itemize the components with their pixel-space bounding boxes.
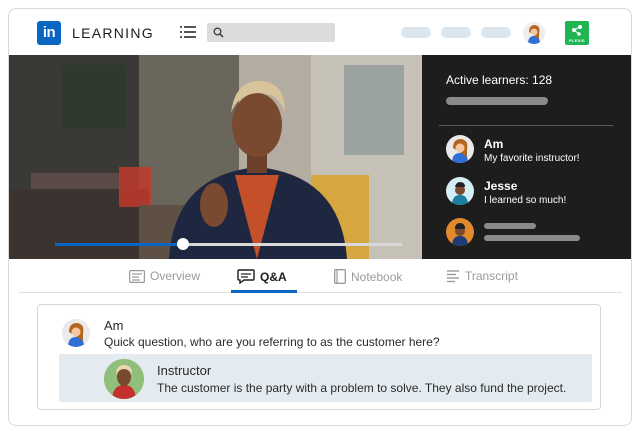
user-avatar[interactable] [523, 22, 545, 44]
transcript-icon [447, 270, 459, 283]
chat-message: My favorite instructor! [484, 153, 580, 164]
video-frame-illustration [9, 55, 422, 259]
question-author: Am [104, 318, 124, 333]
chat-bubble-icon [237, 269, 255, 285]
linkedin-logo[interactable]: in [37, 21, 61, 45]
tab-transcript[interactable]: Transcript [446, 269, 518, 293]
answer-author: Instructor [157, 363, 212, 378]
chat-message: I learned so much! [484, 195, 567, 206]
question-text: Quick question, who are you referring to… [104, 335, 440, 349]
content-tabs: Overview Q&A Notebook Transcript [9, 259, 631, 295]
chat-name: Jesse [484, 179, 518, 193]
chat-avatar-am [446, 135, 474, 163]
search-icon [213, 27, 224, 38]
hamburger-menu-icon[interactable] [180, 25, 196, 39]
video-progress-bar[interactable] [55, 238, 402, 250]
live-chat-panel: Active learners: 128 Am My favorite inst… [422, 55, 631, 259]
plexis-label: PLEXIS [568, 38, 586, 43]
tab-label: Q&A [260, 270, 287, 284]
chat-name: Am [484, 137, 504, 151]
placeholder-bar [446, 97, 548, 105]
nav-pill-3[interactable] [481, 27, 511, 38]
tab-notebook[interactable]: Notebook [334, 269, 402, 293]
tab-label: Notebook [351, 270, 403, 284]
instructor-avatar [104, 359, 144, 399]
brand-title: LEARNING [72, 25, 154, 41]
chat-avatar-jesse [446, 177, 474, 205]
tabs-divider [19, 292, 622, 293]
panel-divider [439, 125, 613, 126]
top-header: in LEARNING PLEXIS [9, 9, 631, 55]
answer-text: The customer is the party with a problem… [157, 381, 567, 395]
nav-pill-2[interactable] [441, 27, 471, 38]
question-avatar [62, 319, 90, 347]
video-player[interactable] [9, 55, 422, 259]
notebook-icon [334, 269, 346, 284]
tab-label: Transcript [465, 269, 518, 283]
tab-overview[interactable]: Overview [129, 269, 200, 293]
plexis-logo[interactable]: PLEXIS [565, 21, 589, 45]
app-window: in LEARNING PLEXIS Active learners: 128 … [8, 8, 632, 426]
video-progress-fill [55, 243, 184, 246]
chat-name-placeholder [484, 223, 536, 229]
overview-icon [129, 270, 146, 284]
qa-thread-card: Am Quick question, who are you referring… [37, 304, 601, 410]
chat-avatar-3 [446, 218, 474, 246]
instructor-answer: Instructor The customer is the party wit… [59, 354, 592, 402]
active-learners-count: Active learners: 128 [446, 73, 553, 87]
tab-label: Overview [150, 269, 201, 283]
active-tab-indicator [231, 290, 297, 293]
search-input[interactable] [207, 23, 335, 42]
chat-message-placeholder [484, 235, 580, 241]
nav-pill-1[interactable] [401, 27, 431, 38]
